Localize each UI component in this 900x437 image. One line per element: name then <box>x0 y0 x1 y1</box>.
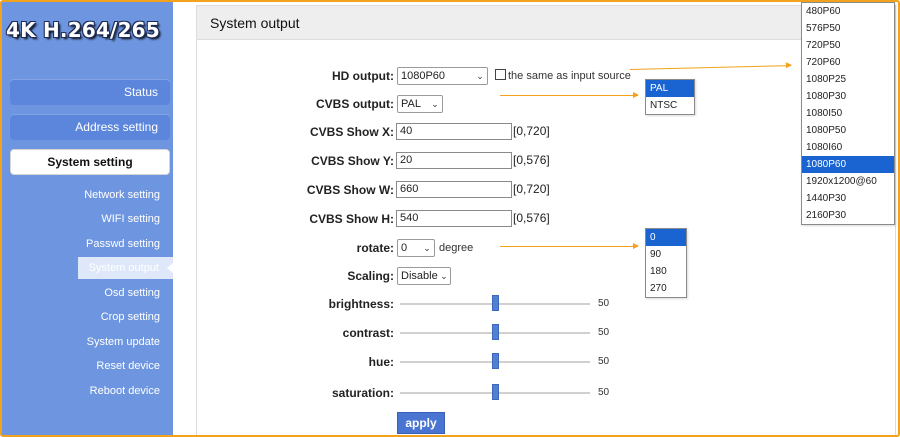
hd-output-option[interactable]: 720P60 <box>802 54 894 71</box>
cvbs-output-label: CVBS output: <box>316 97 394 111</box>
submenu-network-setting[interactable]: Network setting <box>2 184 160 206</box>
same-as-input-checkbox[interactable] <box>495 69 506 80</box>
cvbs-output-options-list: PAL NTSC <box>645 79 695 115</box>
rotate-select[interactable]: 0 ⌄ <box>397 239 435 257</box>
same-as-input-label: the same as input source <box>508 70 631 82</box>
hd-output-label: HD output: <box>332 69 394 83</box>
submenu-system-update[interactable]: System update <box>2 331 160 353</box>
brightness-slider-thumb[interactable] <box>492 295 499 311</box>
submenu-reboot-device[interactable]: Reboot device <box>2 380 160 402</box>
hd-output-options-list: 480P60 576P50 720P50 720P60 1080P25 1080P30 10… <box>801 2 895 225</box>
cvbs-show-h-label: CVBS Show H: <box>309 212 394 226</box>
cvbs-show-y-label: CVBS Show Y: <box>311 154 394 168</box>
brand-logo: 4K H.264/265 <box>6 18 160 42</box>
saturation-value: 50 <box>598 387 610 398</box>
cvbs-output-option[interactable]: NTSC <box>646 97 694 114</box>
hd-output-option[interactable]: 1080P60 <box>802 156 894 173</box>
contrast-slider-thumb[interactable] <box>492 324 499 340</box>
cvbs-show-x-range: [0,720] <box>513 124 550 138</box>
saturation-label: saturation: <box>331 386 394 400</box>
cvbs-show-x-input[interactable]: 40 <box>396 123 512 140</box>
hd-output-option[interactable]: 1080P50 <box>802 122 894 139</box>
hd-output-select[interactable]: 1080P60 ⌄ <box>397 67 488 85</box>
rotate-unit: degree <box>439 242 474 254</box>
hd-output-option[interactable]: 576P50 <box>802 20 894 37</box>
cvbs-output-select[interactable]: PAL ⌄ <box>397 95 443 113</box>
chevron-down-icon: ⌄ <box>431 98 439 109</box>
menu-status-button[interactable]: Status <box>10 79 170 105</box>
hd-output-option[interactable]: 1080I50 <box>802 105 894 122</box>
submenu-osd-setting[interactable]: Osd setting <box>2 282 160 304</box>
rotate-option[interactable]: 0 <box>646 229 686 246</box>
hd-output-option[interactable]: 1440P30 <box>802 190 894 207</box>
cvbs-show-w-range: [0,720] <box>513 182 550 196</box>
submenu-system-output[interactable]: System output <box>78 257 173 279</box>
rotate-option[interactable]: 270 <box>646 280 686 297</box>
cvbs-show-y-range: [0,576] <box>513 153 550 167</box>
rotate-option[interactable]: 180 <box>646 263 686 280</box>
cvbs-show-h-range: [0,576] <box>513 211 550 225</box>
hue-slider-thumb[interactable] <box>492 353 499 369</box>
arrow-head-icon <box>633 92 639 98</box>
hd-output-option[interactable]: 480P60 <box>802 3 894 20</box>
hd-output-option[interactable]: 1920x1200@60 <box>802 173 894 190</box>
annotation-arrow-cvbs <box>500 92 639 98</box>
submenu-passwd-setting[interactable]: Passwd setting <box>2 233 160 255</box>
hd-output-option[interactable]: 1080P25 <box>802 71 894 88</box>
submenu-crop-setting[interactable]: Crop setting <box>2 306 160 328</box>
hd-output-option[interactable]: 2160P30 <box>802 207 894 224</box>
hue-value: 50 <box>598 356 610 367</box>
contrast-label: contrast: <box>342 326 394 340</box>
rotate-option[interactable]: 90 <box>646 246 686 263</box>
cvbs-show-x-label: CVBS Show X: <box>309 125 394 139</box>
menu-system-setting-button[interactable]: System setting <box>10 149 170 175</box>
annotation-arrow-rotate <box>500 243 639 249</box>
cvbs-show-h-input[interactable]: 540 <box>396 210 512 227</box>
scaling-label: Scaling: <box>347 269 394 283</box>
rotate-options-list: 0 90 180 270 <box>645 228 687 298</box>
hd-output-option[interactable]: 720P50 <box>802 37 894 54</box>
cvbs-output-value: PAL <box>401 98 421 110</box>
scaling-select[interactable]: Disable ⌄ <box>397 267 451 285</box>
cvbs-output-option[interactable]: PAL <box>646 80 694 97</box>
arrow-head-icon <box>633 243 639 249</box>
chevron-down-icon: ⌄ <box>423 242 431 253</box>
cvbs-show-y-input[interactable]: 20 <box>396 152 512 169</box>
menu-address-setting-button[interactable]: Address setting <box>10 114 170 140</box>
cvbs-show-w-label: CVBS Show W: <box>306 183 394 197</box>
rotate-value: 0 <box>401 242 408 254</box>
cvbs-show-w-input[interactable]: 660 <box>396 181 512 198</box>
hd-output-option[interactable]: 1080P30 <box>802 88 894 105</box>
scaling-value: Disable <box>401 270 438 282</box>
sidebar: 4K H.264/265 Status Address setting Syst… <box>2 2 173 435</box>
saturation-slider-thumb[interactable] <box>492 384 499 400</box>
rotate-label: rotate: <box>356 241 394 255</box>
chevron-down-icon: ⌄ <box>440 270 448 281</box>
active-caret-icon <box>167 263 173 273</box>
submenu-reset-device[interactable]: Reset device <box>2 355 160 377</box>
arrow-head-icon <box>785 62 793 69</box>
chevron-down-icon: ⌄ <box>476 70 484 81</box>
submenu-wifi-setting[interactable]: WIFI setting <box>2 208 160 230</box>
hue-label: hue: <box>368 355 394 369</box>
submenu-system-output-label: System output <box>88 262 159 274</box>
brightness-value: 50 <box>598 298 610 309</box>
apply-button[interactable]: apply <box>397 412 445 434</box>
panel-title: System output <box>197 6 895 40</box>
brightness-label: brightness: <box>328 297 394 311</box>
hd-output-value: 1080P60 <box>401 70 446 82</box>
contrast-value: 50 <box>598 327 610 338</box>
hd-output-option[interactable]: 1080I60 <box>802 139 894 156</box>
